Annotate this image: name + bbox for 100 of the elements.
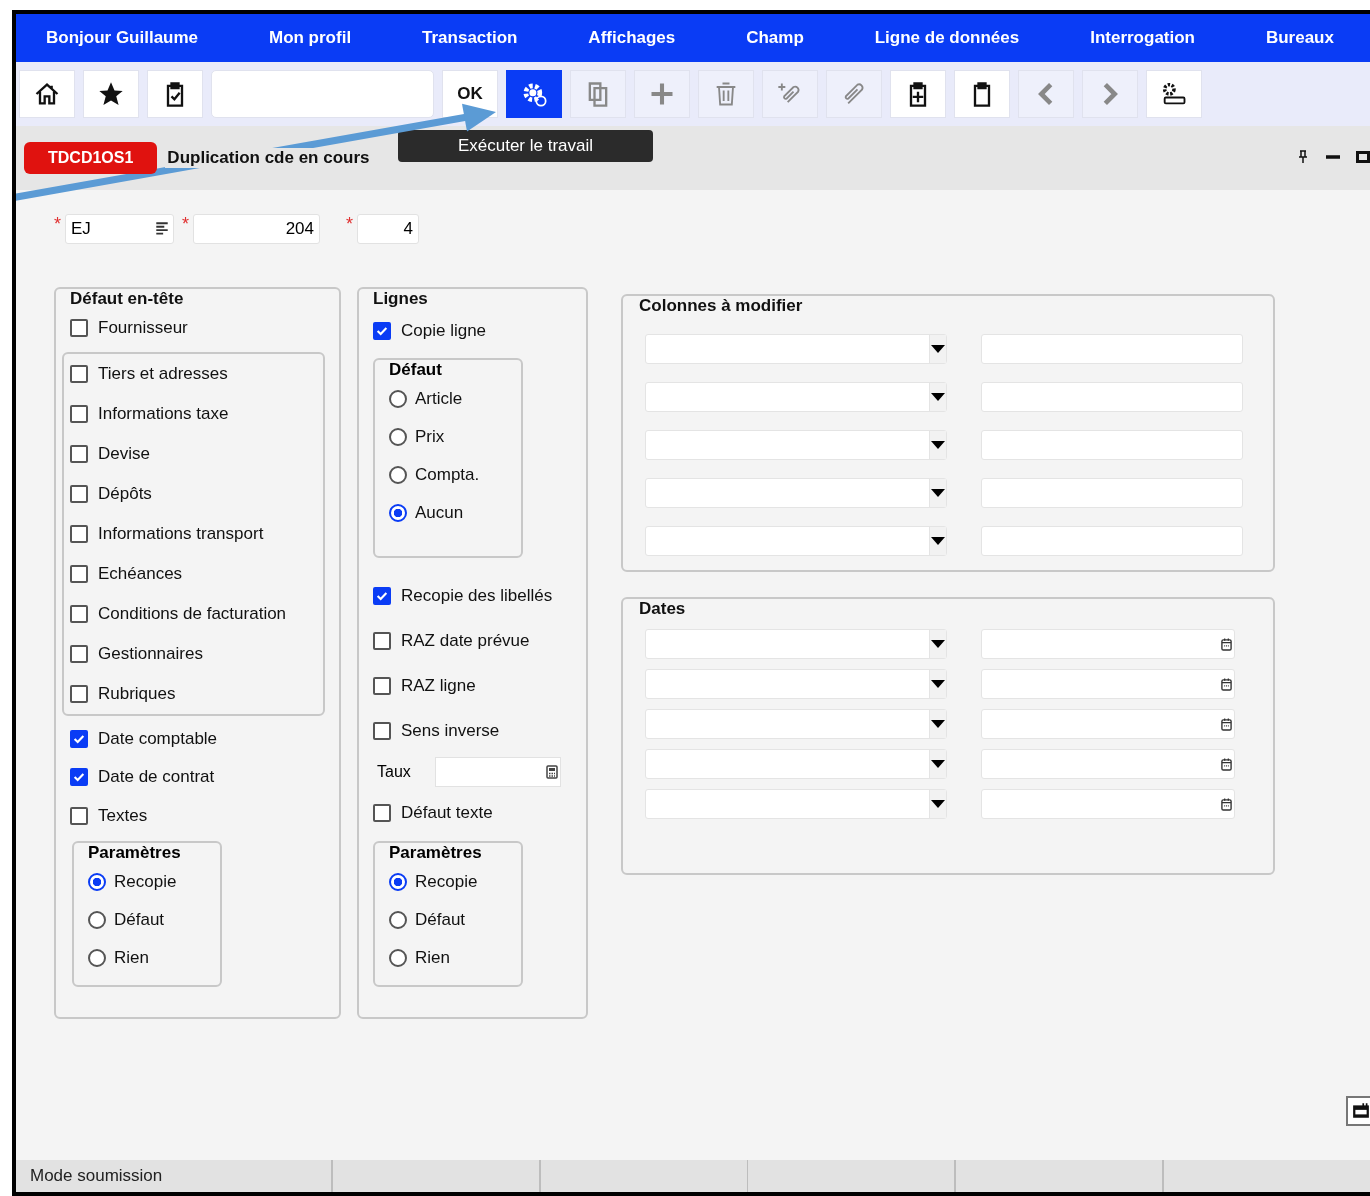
checkbox[interactable] (70, 644, 88, 663)
radio-button[interactable] (389, 873, 407, 891)
menu-item[interactable]: Affichages (588, 28, 676, 48)
input-field[interactable] (981, 749, 1235, 779)
menu-item[interactable]: Mon profil (268, 28, 352, 48)
checkbox-label: Recopie des libellés (401, 586, 553, 607)
clipboard-check-button[interactable] (147, 70, 203, 118)
checkbox[interactable] (373, 587, 391, 606)
checkbox-label: Tiers et adresses (98, 363, 228, 384)
checkbox[interactable] (70, 604, 88, 623)
checkbox-label: Devise (98, 443, 150, 464)
checkbox[interactable] (70, 684, 88, 703)
caret-icon (931, 760, 945, 768)
checkbox-label: RAZ ligne (401, 675, 476, 696)
group-title: Lignes (373, 289, 429, 309)
list-icon[interactable] (155, 221, 169, 237)
radio-button[interactable] (389, 911, 407, 929)
radio-button[interactable] (88, 911, 106, 929)
checkbox[interactable] (70, 768, 88, 787)
checkbox-label: RAZ date prévue (401, 630, 530, 651)
radio-button[interactable] (389, 427, 407, 446)
home-button[interactable] (19, 70, 75, 118)
checkbox-label: Fournisseur (98, 318, 188, 339)
star-button[interactable] (83, 70, 139, 118)
checkbox-label: Informations taxe (98, 403, 229, 424)
status-text: Mode soumission (30, 1166, 164, 1186)
checkbox[interactable] (70, 364, 88, 383)
checkbox[interactable] (373, 803, 391, 822)
required-mark: * (346, 214, 354, 235)
caret-icon (931, 441, 945, 449)
checkbox[interactable] (70, 444, 88, 463)
radio-button[interactable] (389, 503, 407, 522)
checkbox-label: Conditions de facturation (98, 603, 287, 624)
input-field[interactable] (981, 709, 1235, 739)
checkbox[interactable] (373, 676, 391, 695)
menu-item[interactable]: Bonjour Guillaume (46, 28, 199, 48)
group-title: Colonnes à modifier (639, 296, 804, 316)
radio-button[interactable] (88, 949, 106, 967)
calculator-icon[interactable] (545, 764, 558, 779)
menu-item[interactable]: Bureaux (1265, 28, 1334, 48)
menu-item[interactable]: Champ (746, 28, 804, 48)
checkbox-label: Textes (98, 805, 148, 826)
caret-icon (931, 800, 945, 808)
radio-button[interactable] (389, 949, 407, 967)
settings-button[interactable] (506, 70, 562, 118)
input-field[interactable]: 204 (193, 214, 321, 244)
input-field[interactable]: 4 (357, 214, 420, 244)
gear-bar-button[interactable] (1146, 70, 1202, 118)
checkbox[interactable] (70, 729, 88, 748)
input-field[interactable] (434, 756, 561, 787)
radio-button[interactable] (389, 389, 407, 408)
radio-label: Recopie (114, 872, 177, 892)
calendar-icon[interactable] (1221, 677, 1232, 691)
pin-icon[interactable] (1296, 150, 1310, 164)
maximize-icon[interactable] (1356, 150, 1370, 164)
checkbox[interactable] (373, 721, 391, 740)
required-mark: * (54, 214, 61, 235)
search-field[interactable] (211, 70, 434, 118)
checkbox-label: Echéances (98, 563, 183, 584)
radio-button[interactable] (389, 465, 407, 484)
radio-label: Compta. (415, 464, 480, 485)
menu-item[interactable]: Ligne de données (874, 28, 1020, 48)
radio-label: Rien (415, 948, 450, 968)
calendar-icon[interactable] (1221, 797, 1232, 811)
checkbox-label: Copie ligne (401, 321, 487, 342)
radio-label: Défaut (415, 910, 466, 930)
checkbox[interactable] (70, 404, 88, 423)
calendar-icon[interactable] (1221, 757, 1232, 771)
caret-icon (931, 720, 945, 728)
checkbox[interactable] (70, 806, 88, 825)
required-mark: * (182, 214, 190, 235)
group-title: Défaut (389, 359, 443, 380)
menu-item[interactable]: Interrogation (1090, 28, 1195, 48)
radio-label: Rien (114, 948, 149, 968)
checkbox[interactable] (70, 319, 88, 338)
checkbox[interactable] (70, 564, 88, 583)
input-field[interactable] (981, 382, 1243, 412)
input-field[interactable] (981, 629, 1235, 659)
checkbox[interactable] (70, 484, 88, 503)
input-field[interactable] (981, 430, 1243, 460)
checkbox-label: Défaut texte (401, 802, 493, 823)
input-field[interactable] (981, 334, 1243, 364)
radio-button[interactable] (88, 873, 106, 891)
input-field[interactable] (981, 669, 1235, 699)
input-field[interactable] (981, 526, 1243, 556)
clipboard-button[interactable] (954, 70, 1010, 118)
input-field[interactable] (981, 478, 1243, 508)
checkbox-label: Gestionnaires (98, 643, 203, 664)
checkbox[interactable] (373, 322, 391, 341)
checkbox[interactable] (70, 524, 88, 543)
checkbox[interactable] (373, 631, 391, 650)
clipboard-plus-button[interactable] (890, 70, 946, 118)
input-field[interactable]: EJ (65, 214, 174, 244)
input-field[interactable] (981, 789, 1235, 819)
calendar-icon[interactable] (1221, 637, 1232, 651)
group-title: Défaut en-tête (70, 289, 185, 309)
calendar-icon[interactable] (1221, 717, 1232, 731)
calendar-button[interactable] (1346, 1096, 1370, 1126)
menu-item[interactable]: Transaction (422, 28, 518, 48)
radio-label: Défaut (114, 910, 165, 930)
